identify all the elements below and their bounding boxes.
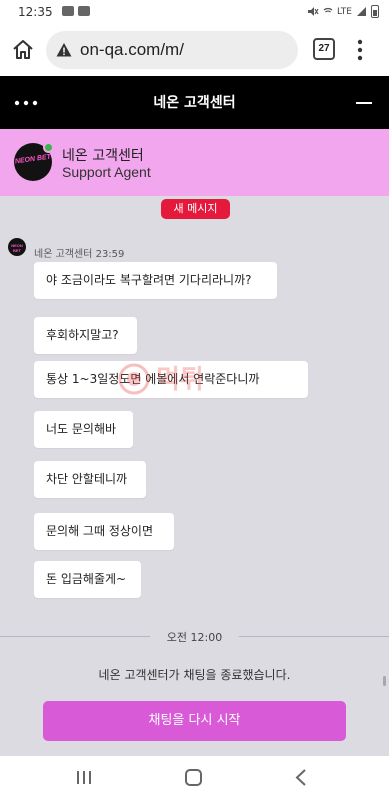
browser-toolbar: on-qa.com/m/ 27 (0, 24, 389, 76)
tab-switcher-button[interactable]: 27 (313, 38, 335, 60)
home-icon[interactable] (10, 37, 36, 63)
app-header: 네온 고객센터 (0, 76, 389, 129)
message-bubble: 문의해 그때 정상이면 (34, 513, 174, 550)
sender-meta: 네온 고객센터 23:59 (34, 245, 124, 260)
mute-icon (308, 7, 319, 16)
online-status-dot (43, 142, 54, 153)
status-bar: 12:35 LTE (0, 0, 389, 24)
video-icon (78, 6, 90, 16)
agent-avatar-logo: NEON BET (14, 153, 52, 166)
back-icon[interactable] (294, 769, 308, 786)
gallery-icon (62, 6, 74, 16)
message-bubble: 너도 문의해바 (34, 411, 133, 448)
android-nav-bar (0, 756, 389, 800)
message-bubble: 후회하지말고? (34, 317, 137, 354)
signal-icon (357, 7, 366, 16)
status-right-icons: LTE (307, 5, 379, 18)
url-text[interactable]: on-qa.com/m/ (80, 40, 184, 60)
battery-icon (371, 5, 379, 18)
message-bubble: 야 조금이라도 복구할려면 기다리라니까? (34, 262, 277, 299)
browser-menu-icon[interactable] (356, 37, 364, 63)
time-divider: 오전 12:00 (0, 629, 389, 645)
message-bubble: 차단 안할테니까 (34, 461, 146, 498)
message-bubble: 돈 입금해줄게~ (34, 561, 141, 598)
nav-home-icon[interactable] (185, 769, 202, 786)
agent-name: 네온 고객센터 (62, 148, 144, 164)
sender-avatar-logo: NEON BET (11, 243, 23, 253)
recent-apps-icon[interactable] (76, 770, 92, 785)
chat-ended-message: 네온 고객센터가 채팅을 종료했습니다. (98, 668, 291, 682)
message-bubble: 통상 1~3일정도면 에볼에서 연락준다니까 (34, 361, 308, 398)
agent-role: Support Agent (62, 164, 151, 180)
minimize-icon[interactable] (356, 102, 372, 104)
header-title: 네온 고객센터 (153, 95, 236, 111)
new-message-badge[interactable]: 새 메시지 (161, 199, 230, 219)
notification-icons (62, 6, 90, 16)
sender-avatar: NEON BET (8, 238, 26, 256)
sender-name: 네온 고객센터 (34, 249, 93, 260)
status-time: 12:35 (18, 5, 53, 19)
scrollbar[interactable] (383, 676, 386, 686)
wifi-icon (323, 7, 333, 16)
restart-chat-button[interactable]: 채팅을 다시 시작 (43, 701, 346, 741)
address-bar[interactable]: on-qa.com/m/ (46, 31, 298, 69)
divider-time-label: 오전 12:00 (158, 631, 231, 644)
network-label: LTE (337, 6, 352, 17)
agent-banner: NEON BET 네온 고객센터 Support Agent (0, 129, 389, 196)
warning-icon[interactable] (56, 42, 72, 58)
sender-time: 23:59 (95, 249, 125, 260)
